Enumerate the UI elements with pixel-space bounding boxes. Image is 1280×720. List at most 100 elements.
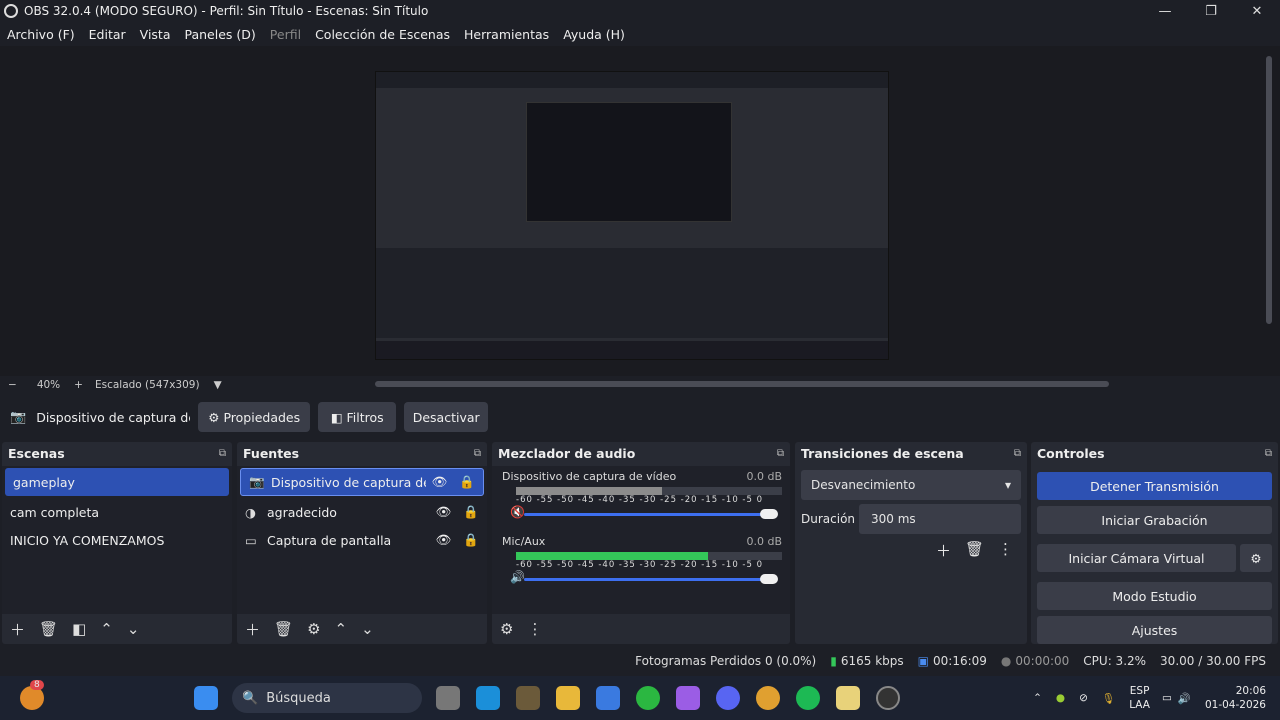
clock-date: 01-04-2026: [1204, 699, 1266, 711]
eye-icon[interactable]: 👁: [436, 504, 452, 520]
menu-file[interactable]: Archivo (F): [7, 27, 75, 42]
stop-streaming-button[interactable]: Detener Transmisión: [1037, 472, 1272, 500]
duration-field[interactable]: 300 ms: [859, 504, 1021, 534]
lock-icon[interactable]: 🔒: [459, 474, 475, 490]
zoom-in-button[interactable]: +: [74, 379, 83, 391]
preview-area[interactable]: [0, 46, 1280, 376]
properties-button[interactable]: ⚙ Propiedades: [198, 402, 311, 432]
controls-body: Detener Transmisión Iniciar Grabación In…: [1031, 466, 1278, 650]
taskbar-search[interactable]: 🔍 Búsqueda: [232, 683, 422, 713]
gear-icon[interactable]: ⚙: [307, 620, 320, 638]
undock-icon[interactable]: ⧉: [1265, 448, 1272, 459]
menu-profile[interactable]: Perfil: [270, 27, 301, 42]
file-explorer-icon[interactable]: [556, 686, 580, 710]
zoom-out-button[interactable]: −: [8, 379, 17, 391]
channel-name: Dispositivo de captura de vídeo: [502, 470, 677, 483]
chevron-up-icon[interactable]: ⌃: [1033, 692, 1042, 704]
virtual-camera-settings-button[interactable]: ⚙: [1240, 544, 1272, 572]
volume-meter: [516, 487, 782, 495]
record-time: 00:00:00: [1015, 654, 1070, 668]
chrome-icon[interactable]: [756, 686, 780, 710]
horizontal-scrollbar[interactable]: [375, 381, 1109, 387]
menu-view[interactable]: Vista: [140, 27, 171, 42]
minimize-button[interactable]: —: [1142, 0, 1188, 22]
language-label[interactable]: ESP: [1129, 684, 1150, 698]
preview-canvas[interactable]: [375, 71, 889, 360]
start-virtual-camera-button[interactable]: Iniciar Cámara Virtual: [1037, 544, 1236, 572]
add-transition-icon[interactable]: ＋: [936, 540, 951, 561]
settings-button[interactable]: Ajustes: [1037, 616, 1272, 644]
menu-docks[interactable]: Paneles (D): [185, 27, 256, 42]
clock[interactable]: 20:06 01-04-2026: [1205, 684, 1266, 712]
undock-icon[interactable]: ⧉: [1014, 448, 1021, 459]
move-up-icon[interactable]: ⌃: [335, 620, 348, 638]
discord-icon[interactable]: [716, 686, 740, 710]
add-scene-icon[interactable]: ＋: [10, 619, 25, 640]
source-toolbar: 📷 Dispositivo de captura de v ⚙Propiedad…: [0, 398, 1280, 436]
transition-select[interactable]: Desvanecimiento ▾: [801, 470, 1021, 500]
filters-button[interactable]: ◧ Filtros: [318, 402, 397, 432]
window-title: OBS 32.0.4 (MODO SEGURO) - Perfil: Sin T…: [24, 4, 429, 18]
filter-icon[interactable]: ◧: [72, 620, 86, 638]
widgets-icon[interactable]: 8: [20, 680, 44, 710]
app-icon[interactable]: [836, 686, 860, 710]
minecraft-icon[interactable]: [516, 686, 540, 710]
volume-icon[interactable]: 🔊: [1178, 692, 1191, 705]
lock-icon[interactable]: 🔒: [463, 532, 479, 548]
vertical-scrollbar[interactable]: [1266, 56, 1272, 324]
source-item[interactable]: 📷 Dispositivo de captura de vídeo 👁 🔒: [240, 468, 484, 496]
start-recording-button[interactable]: Iniciar Grabación: [1037, 506, 1272, 534]
move-down-icon[interactable]: ⌄: [361, 620, 374, 638]
studio-mode-button[interactable]: Modo Estudio: [1037, 582, 1272, 610]
menu-tools[interactable]: Herramientas: [464, 27, 549, 42]
network-off-icon[interactable]: ⊘: [1079, 692, 1088, 704]
task-view-icon[interactable]: [436, 686, 460, 710]
whatsapp-icon[interactable]: [636, 686, 660, 710]
mixer-settings-icon[interactable]: ⚙: [500, 620, 513, 638]
deactivate-button[interactable]: Desactivar: [404, 402, 489, 432]
scene-item[interactable]: cam completa: [2, 498, 232, 526]
maximize-button[interactable]: ❐: [1188, 0, 1234, 22]
scene-item[interactable]: gameplay: [5, 468, 229, 496]
slider-knob[interactable]: [760, 574, 778, 584]
move-down-icon[interactable]: ⌄: [127, 620, 140, 638]
windows-start-icon[interactable]: [194, 686, 218, 710]
source-item[interactable]: ◑ agradecido 👁 🔒: [237, 498, 487, 526]
spotify-icon[interactable]: [796, 686, 820, 710]
store-icon[interactable]: [596, 686, 620, 710]
undock-icon[interactable]: ⧉: [219, 448, 226, 459]
copilot-icon[interactable]: [676, 686, 700, 710]
undock-icon[interactable]: ⧉: [474, 448, 481, 459]
undock-icon[interactable]: ⧉: [777, 448, 784, 459]
add-source-icon[interactable]: ＋: [245, 619, 260, 640]
eye-icon[interactable]: 👁: [436, 532, 452, 548]
status-bar: Fotogramas Perdidos 0 (0.0%) ▮ 6165 kbps…: [0, 648, 1280, 674]
preview-nested-taskbar: [376, 341, 888, 359]
scaling-dropdown-icon[interactable]: ▼: [214, 379, 222, 391]
trash-icon[interactable]: 🗑: [39, 620, 58, 638]
tray-app-icon[interactable]: ●: [1056, 692, 1065, 704]
speaker-icon[interactable]: 🔊: [510, 570, 525, 584]
volume-slider[interactable]: 🔇: [510, 505, 782, 521]
keyboard-layout[interactable]: LAA: [1129, 698, 1150, 712]
slider-knob[interactable]: [760, 509, 778, 519]
display-icon[interactable]: ▭: [1162, 692, 1172, 704]
scene-item[interactable]: INICIO YA COMENZAMOS: [2, 526, 232, 554]
muted-speaker-icon[interactable]: 🔇: [510, 505, 525, 519]
volume-slider[interactable]: 🔊: [510, 570, 782, 586]
menu-edit[interactable]: Editar: [89, 27, 126, 42]
menu-help[interactable]: Ayuda (H): [563, 27, 625, 42]
move-up-icon[interactable]: ⌃: [100, 620, 113, 638]
eye-icon[interactable]: 👁: [432, 474, 448, 490]
edge-icon[interactable]: [476, 686, 500, 710]
lock-icon[interactable]: 🔒: [463, 504, 479, 520]
trash-icon[interactable]: 🗑: [274, 620, 293, 638]
more-options-icon[interactable]: ⋮: [527, 620, 542, 638]
menu-scene-collection[interactable]: Colección de Escenas: [315, 27, 450, 42]
source-item[interactable]: ▭ Captura de pantalla 👁 🔒: [237, 526, 487, 554]
mic-icon[interactable]: 🎙: [1102, 692, 1115, 705]
obs-taskbar-icon[interactable]: [876, 686, 900, 710]
more-options-icon[interactable]: ⋮: [998, 540, 1013, 561]
close-button[interactable]: ✕: [1234, 0, 1280, 22]
trash-icon[interactable]: 🗑: [965, 540, 984, 561]
